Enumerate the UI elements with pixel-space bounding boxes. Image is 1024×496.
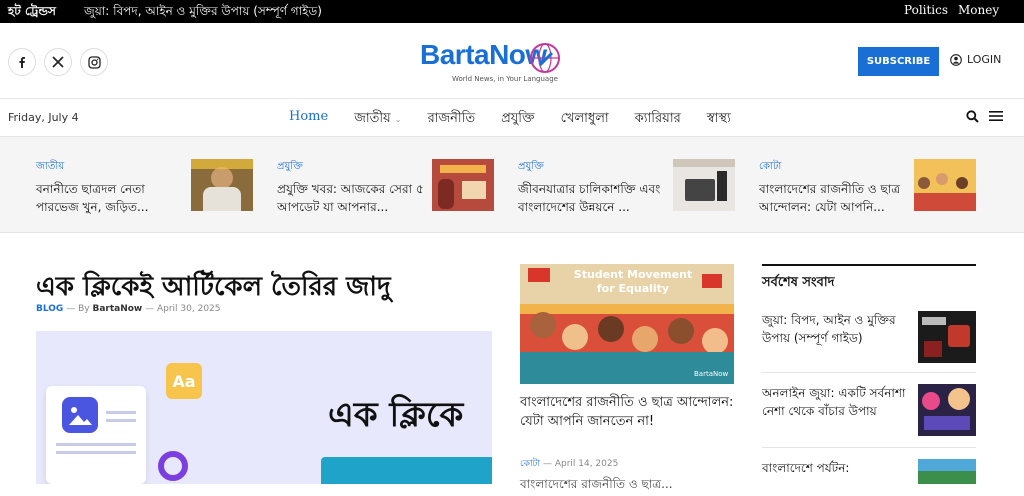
search-icon[interactable] <box>966 110 979 123</box>
top-headline-link[interactable]: জুয়া: বিপদ, আইন ও মুক্তির উপায় (সম্পূর… <box>84 3 322 23</box>
login-label: LOGIN <box>967 53 1002 66</box>
trending-category[interactable]: প্রযুক্তি <box>277 159 427 176</box>
trending-title[interactable]: বনানীতে ছাত্রদল নেতা পারভেজ খুন, জড়িত..… <box>36 180 186 216</box>
sidebar-divider <box>762 447 976 448</box>
featured-excerpt: বাংলাদেশের রাজনীতি ও ছাত্র... <box>520 477 673 491</box>
sidebar-item-title[interactable]: অনলাইন জুয়া: একটি সর্বনাশা নেশা থেকে বা… <box>762 384 907 420</box>
sidebar-divider <box>762 372 976 373</box>
sidebar-item-thumbnail[interactable] <box>918 459 976 484</box>
trending-item[interactable]: প্রযুক্তি জীবনযাত্রার চালিকাশক্তি এবং বা… <box>518 159 735 216</box>
login-button[interactable]: LOGIN <box>950 53 1001 66</box>
image-watermark: BartaNow <box>694 370 729 378</box>
sidebar-rule <box>762 264 976 266</box>
sidebar-item[interactable]: জুয়া: বিপদ, আইন ও মুক্তির উপায় (সম্পূর… <box>762 311 976 363</box>
hamburger-menu-icon[interactable] <box>989 110 1003 122</box>
trending-category[interactable]: কোটা <box>759 159 909 176</box>
featured-image[interactable]: Student Movement for Equality BartaNow <box>520 264 734 384</box>
sidebar-item-thumbnail[interactable] <box>918 384 976 436</box>
nav-item-national[interactable]: জাতীয় ⌄ <box>354 109 401 130</box>
main-nav: Friday, July 4 Home জাতীয় ⌄ রাজনীতি প্র… <box>0 99 1024 137</box>
x-icon[interactable] <box>44 48 72 76</box>
nav-item-sports[interactable]: খেলাধুলা <box>561 109 609 130</box>
nav-item-technology[interactable]: প্রযুক্তি <box>501 109 535 130</box>
nav-menu: Home জাতীয় ⌄ রাজনীতি প্রযুক্তি খেলাধুলা… <box>289 109 731 130</box>
image-icon <box>62 397 98 433</box>
hero-text: এক ক্লিকে <box>328 395 464 435</box>
trending-title[interactable]: বাংলাদেশের রাজনীতি ও ছাত্র আন্দোলন: যেটা… <box>759 180 909 216</box>
nav-item-home[interactable]: Home <box>289 109 328 130</box>
facebook-icon[interactable] <box>8 48 36 76</box>
user-icon <box>950 53 962 66</box>
top-link-money[interactable]: Money <box>958 3 999 17</box>
site-logo[interactable]: BartaNow World News, in Your Language <box>420 39 590 85</box>
image-caption: Student Movement for Equality <box>573 268 693 295</box>
trending-thumbnail[interactable] <box>914 159 976 211</box>
sidebar-item-title[interactable]: বাংলাদেশে পর্যটন: <box>762 459 907 477</box>
logo-tagline: World News, in Your Language <box>452 75 558 83</box>
trending-label: হট ট্রেন্ডস <box>8 4 56 18</box>
article-author[interactable]: BartaNow <box>92 304 142 314</box>
featured-title[interactable]: বাংলাদেশের রাজনীতি ও ছাত্র আন্দোলন: যেটা… <box>520 393 734 431</box>
article-category[interactable]: BLOG <box>36 304 63 314</box>
featured-category[interactable]: কোটা <box>520 459 540 469</box>
trending-item[interactable]: প্রযুক্তি প্রযুক্তি খবর: আজকের সেরা ৫ আপ… <box>277 159 494 216</box>
trending-thumbnail[interactable] <box>673 159 735 211</box>
sidebar-item-thumbnail[interactable] <box>918 311 976 363</box>
trending-thumbnail[interactable] <box>191 159 253 211</box>
featured-date: April 14, 2025 <box>554 459 619 469</box>
main-article-image[interactable]: Aa এক ক্লিকে <box>36 331 492 484</box>
globe-icon <box>530 43 560 73</box>
trending-item[interactable]: কোটা বাংলাদেশের রাজনীতি ও ছাত্র আন্দোলন:… <box>759 159 976 216</box>
sidebar-item[interactable]: বাংলাদেশে পর্যটন: <box>762 459 976 484</box>
sidebar-item[interactable]: অনলাইন জুয়া: একটি সর্বনাশা নেশা থেকে বা… <box>762 384 976 436</box>
featured-meta: কোটা — April 14, 2025 <box>520 459 619 469</box>
trending-title[interactable]: জীবনযাত্রার চালিকাশক্তি এবং বাংলাদেশের উ… <box>518 180 668 216</box>
top-link-politics[interactable]: Politics <box>904 3 948 17</box>
site-header: BartaNow World News, in Your Language SU… <box>0 23 1024 99</box>
nav-item-career[interactable]: ক্যারিয়ার <box>635 109 681 130</box>
trending-category[interactable]: প্রযুক্তি <box>518 159 668 176</box>
sidebar-heading: সর্বশেষ সংবাদ <box>762 275 835 290</box>
sidebar-item-title[interactable]: জুয়া: বিপদ, আইন ও মুক্তির উপায় (সম্পূর… <box>762 311 907 347</box>
instagram-icon[interactable] <box>80 48 108 76</box>
trending-thumbnail[interactable] <box>432 159 494 211</box>
trending-title[interactable]: প্রযুক্তি খবর: আজকের সেরা ৫ আপডেট যা আপন… <box>277 180 427 216</box>
main-article-meta: BLOG — By BartaNow — April 30, 2025 <box>36 304 221 314</box>
article-date: April 30, 2025 <box>156 304 221 314</box>
chevron-down-icon: ⌄ <box>394 115 402 124</box>
font-badge: Aa <box>166 363 202 399</box>
trending-strip: জাতীয় বনানীতে ছাত্রদল নেতা পারভেজ খুন, … <box>0 137 1024 233</box>
top-bar: হট ট্রেন্ডস জুয়া: বিপদ, আইন ও মুক্তির উ… <box>0 0 1024 23</box>
nav-icons <box>966 110 1003 123</box>
by-label: By <box>78 304 90 314</box>
nav-item-health[interactable]: স্বাস্থ্য <box>707 109 731 130</box>
current-date: Friday, July 4 <box>8 111 79 124</box>
subscribe-button[interactable]: SUBSCRIBE <box>858 47 939 76</box>
nav-item-politics[interactable]: রাজনীতি <box>428 109 476 130</box>
trending-category[interactable]: জাতীয় <box>36 159 186 176</box>
trending-item[interactable]: জাতীয় বনানীতে ছাত্রদল নেতা পারভেজ খুন, … <box>36 159 253 216</box>
